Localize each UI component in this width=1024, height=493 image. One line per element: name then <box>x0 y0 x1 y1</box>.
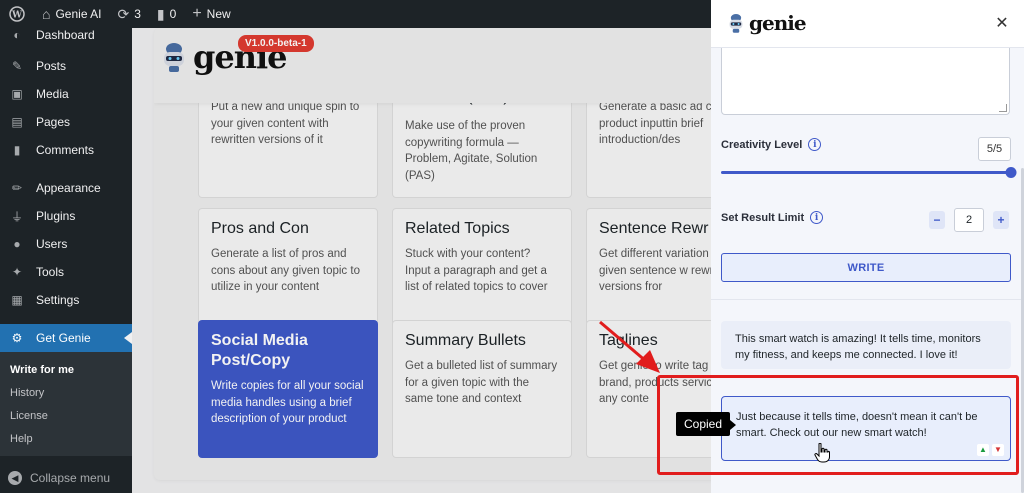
pages-icon: ▤ <box>11 115 23 129</box>
thumbs-down-icon[interactable]: ▼ <box>992 444 1004 456</box>
sidebar-item-comments[interactable]: ▮ Comments <box>0 136 132 164</box>
plus-icon: + <box>192 5 202 22</box>
comment-icon: ▮ <box>156 6 165 22</box>
creativity-level-label: Creativity Level i <box>721 138 822 151</box>
sidebar-item-posts[interactable]: ✎ Posts <box>0 52 132 80</box>
submenu-help[interactable]: Help <box>0 427 132 450</box>
info-icon[interactable]: i <box>810 211 824 224</box>
collapse-menu-button[interactable]: ◀ Collapse menu <box>0 464 132 492</box>
divider <box>711 299 1024 300</box>
comments-icon: ▮ <box>13 143 21 157</box>
hand-cursor-icon <box>814 443 830 463</box>
genie-side-panel: genie ✕ Creativity Level i 5/5 Set Resul… <box>711 0 1024 493</box>
brush-icon: ✏ <box>11 181 23 195</box>
pin-icon: ✎ <box>11 59 23 73</box>
submenu-history[interactable]: History <box>0 381 132 404</box>
user-icon: ● <box>13 237 21 251</box>
gear-icon: ⚙ <box>11 331 23 345</box>
sidebar-item-pages[interactable]: ▤ Pages <box>0 108 132 136</box>
result-item-selected[interactable]: Just because it tells time, doesn't mean… <box>721 396 1011 461</box>
sidebar-item-settings[interactable]: ▦ Settings <box>0 286 132 314</box>
svg-text:W: W <box>11 11 23 21</box>
panel-logo-text: genie <box>749 11 807 35</box>
panel-logo: genie <box>725 11 807 35</box>
sidebar-item-tools[interactable]: ✦ Tools <box>0 258 132 286</box>
sidebar-item-get-genie[interactable]: ⚙ Get Genie <box>0 324 132 352</box>
dashboard-icon: ◐ <box>13 28 21 42</box>
creativity-slider[interactable] <box>721 167 1017 178</box>
template-card-pros-and-cons[interactable]: Pros and Con Generate a list of pros and… <box>198 208 378 326</box>
genie-robot-icon <box>729 13 743 33</box>
write-button[interactable]: WRITE <box>721 253 1011 282</box>
version-badge: V1.0.0-beta-1 <box>238 35 314 52</box>
decrement-button[interactable]: − <box>929 211 945 229</box>
genie-robot-icon <box>164 43 184 72</box>
sidebar-item-appearance[interactable]: ✏ Appearance <box>0 174 132 202</box>
home-icon: ⌂ <box>42 6 51 22</box>
submenu-license[interactable]: License <box>0 404 132 427</box>
wordpress-logo-button[interactable]: W <box>0 0 34 28</box>
genie-header: genie V1.0.0-beta-1 <box>154 28 774 103</box>
refresh-icon: ⟳ <box>117 6 130 22</box>
template-card-social-media[interactable]: Social Media Post/Copy Write copies for … <box>198 320 378 458</box>
copied-tooltip: Copied <box>676 412 737 436</box>
template-card-summary-bullets[interactable]: Summary Bullets Get a bulleted list of s… <box>392 320 572 458</box>
sidebar-item-media[interactable]: ▣ Media <box>0 80 132 108</box>
result-limit-label: Set Result Limit i <box>721 211 824 224</box>
result-text: This smart watch is amazing! It tells ti… <box>735 333 981 361</box>
updates-count: 3 <box>134 7 141 21</box>
result-item[interactable]: This smart watch is amazing! It tells ti… <box>721 321 1011 369</box>
wordpress-icon: W <box>9 6 25 22</box>
feedback-buttons: ▲ ▼ <box>977 444 1004 456</box>
sidebar-item-plugins[interactable]: ⏚ Plugins <box>0 202 132 230</box>
sidebar-item-dashboard[interactable]: ◐ Dashboard <box>0 28 132 42</box>
new-content-link[interactable]: + New <box>184 0 238 28</box>
submenu-write-for-me[interactable]: Write for me <box>0 358 132 381</box>
admin-sidebar: ◐ Dashboard ✎ Posts ▣ Media ▤ Pages ▮ Comments … <box>0 28 132 493</box>
settings-icon: ▦ <box>11 293 23 307</box>
new-label: New <box>206 7 231 21</box>
comments-count: 0 <box>169 7 177 21</box>
close-icon[interactable]: ✕ <box>992 14 1012 34</box>
panel-header: genie ✕ <box>711 0 1024 48</box>
comments-link[interactable]: ▮ 0 <box>149 0 184 28</box>
plug-icon: ⏚ <box>10 209 23 224</box>
site-name: Genie AI <box>55 7 102 21</box>
site-name-link[interactable]: ⌂ Genie AI <box>34 0 110 28</box>
increment-button[interactable]: + <box>993 211 1009 229</box>
get-genie-submenu: Write for me History License Help <box>0 352 132 456</box>
result-text: Just because it tells time, doesn't mean… <box>736 411 978 439</box>
wrench-icon: ✦ <box>11 265 23 279</box>
info-icon[interactable]: i <box>808 138 822 151</box>
sidebar-item-users[interactable]: ● Users <box>0 230 132 258</box>
template-card-related-topics[interactable]: Related Topics Stuck with your content? … <box>392 208 572 326</box>
prompt-textarea[interactable] <box>721 48 1010 115</box>
updates-link[interactable]: ⟳ 3 <box>110 0 149 28</box>
collapse-arrow-icon: ◀ <box>8 471 22 485</box>
result-limit-stepper: − 2 + <box>929 208 1009 232</box>
creativity-level-value: 5/5 <box>978 137 1011 161</box>
thumbs-up-icon[interactable]: ▲ <box>977 444 989 456</box>
media-icon: ▣ <box>11 87 23 101</box>
slider-thumb[interactable] <box>1005 167 1017 178</box>
resize-handle-icon[interactable] <box>999 104 1007 112</box>
result-limit-value[interactable]: 2 <box>954 208 984 232</box>
